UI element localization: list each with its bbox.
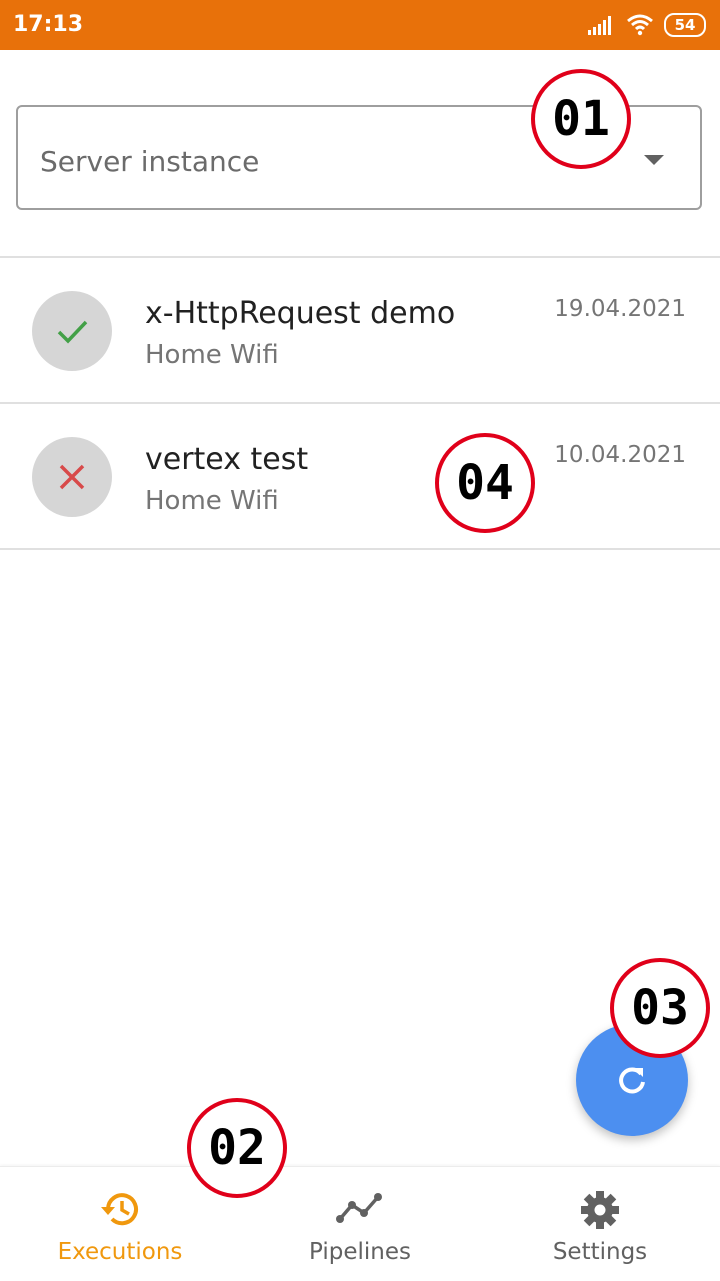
execution-subtitle: Home Wifi (145, 340, 279, 370)
nav-settings[interactable]: Settings (480, 1167, 720, 1281)
execution-subtitle: Home Wifi (145, 486, 279, 516)
history-icon (101, 1193, 138, 1226)
divider (0, 548, 720, 550)
status-avatar (32, 291, 112, 371)
close-icon (59, 464, 85, 490)
callout-03: 03 (610, 958, 710, 1058)
dropdown-arrow-icon (644, 155, 664, 165)
nav-pipelines-label: Pipelines (309, 1239, 411, 1265)
pipeline-icon (336, 1193, 382, 1223)
server-instance-placeholder: Server instance (40, 145, 260, 178)
status-time: 17:13 (13, 12, 84, 37)
status-avatar (32, 437, 112, 517)
status-icons: 54 (588, 12, 706, 38)
battery-badge: 54 (664, 13, 706, 37)
refresh-icon (619, 1067, 645, 1094)
nav-settings-label: Settings (552, 1239, 648, 1265)
callout-04: 04 (435, 433, 535, 533)
nav-pipelines[interactable]: Pipelines (240, 1167, 480, 1281)
execution-row[interactable]: x-HttpRequest demo Home Wifi 19.04.2021 (0, 258, 720, 402)
status-bar: 17:13 54 (0, 0, 720, 50)
execution-date: 10.04.2021 (554, 442, 686, 468)
callout-01: 01 (531, 69, 631, 169)
execution-date: 19.04.2021 (554, 296, 686, 322)
execution-title: x-HttpRequest demo (145, 296, 456, 331)
signal-icon (588, 16, 611, 35)
check-icon (57, 320, 88, 344)
execution-title: vertex test (145, 442, 309, 477)
wifi-icon (627, 14, 653, 36)
execution-row[interactable]: vertex test Home Wifi 10.04.2021 (0, 404, 720, 548)
callout-02: 02 (187, 1098, 287, 1198)
bottom-navigation: Executions Pipelines Settings (0, 1166, 720, 1281)
gear-icon (581, 1191, 619, 1229)
nav-executions-label: Executions (57, 1239, 183, 1265)
executions-list: x-HttpRequest demo Home Wifi 19.04.2021 … (0, 256, 720, 550)
